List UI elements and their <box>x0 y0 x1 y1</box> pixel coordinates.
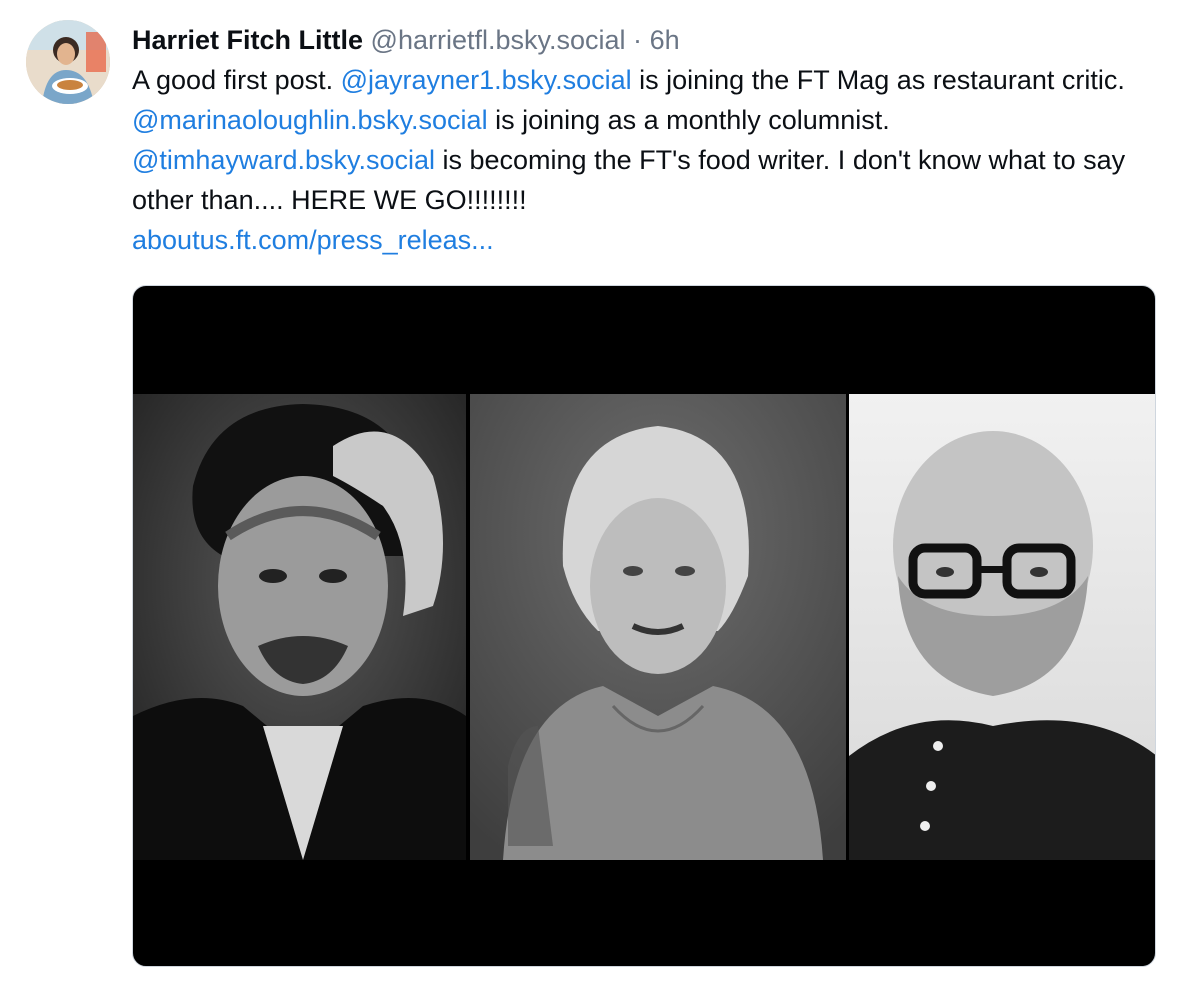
post-text: A good first post. @jayrayner1.bsky.soci… <box>132 60 1158 260</box>
post-timestamp[interactable]: 6h <box>650 25 680 55</box>
post-text-part: is joining as a monthly columnist. <box>487 105 890 135</box>
avatar-image <box>26 20 110 104</box>
avatar[interactable] <box>26 20 110 104</box>
mention-link[interactable]: @jayrayner1.bsky.social <box>341 65 632 95</box>
author-handle[interactable]: @harrietfl.bsky.social <box>371 25 626 55</box>
separator: · <box>633 25 643 55</box>
post-text-part: A good first post. <box>132 65 341 95</box>
post-header: Harriet Fitch Little @harrietfl.bsky.soc… <box>132 20 1158 60</box>
portrait-panel-1 <box>133 394 466 860</box>
post-body: Harriet Fitch Little @harrietfl.bsky.soc… <box>132 20 1158 260</box>
portraits-photo <box>133 394 1155 860</box>
portrait-panel-2 <box>470 394 846 860</box>
portrait-panel-3 <box>849 394 1155 860</box>
mention-link[interactable]: @marinaoloughlin.bsky.social <box>132 105 488 135</box>
media-image[interactable] <box>132 285 1156 967</box>
mention-link[interactable]: @timhayward.bsky.social <box>132 145 435 175</box>
post-text-part: is joining the FT Mag as restaurant crit… <box>631 65 1125 95</box>
author-name[interactable]: Harriet Fitch Little <box>132 25 363 55</box>
external-link[interactable]: aboutus.ft.com/press_releas... <box>132 225 494 255</box>
post: Harriet Fitch Little @harrietfl.bsky.soc… <box>0 0 1182 984</box>
